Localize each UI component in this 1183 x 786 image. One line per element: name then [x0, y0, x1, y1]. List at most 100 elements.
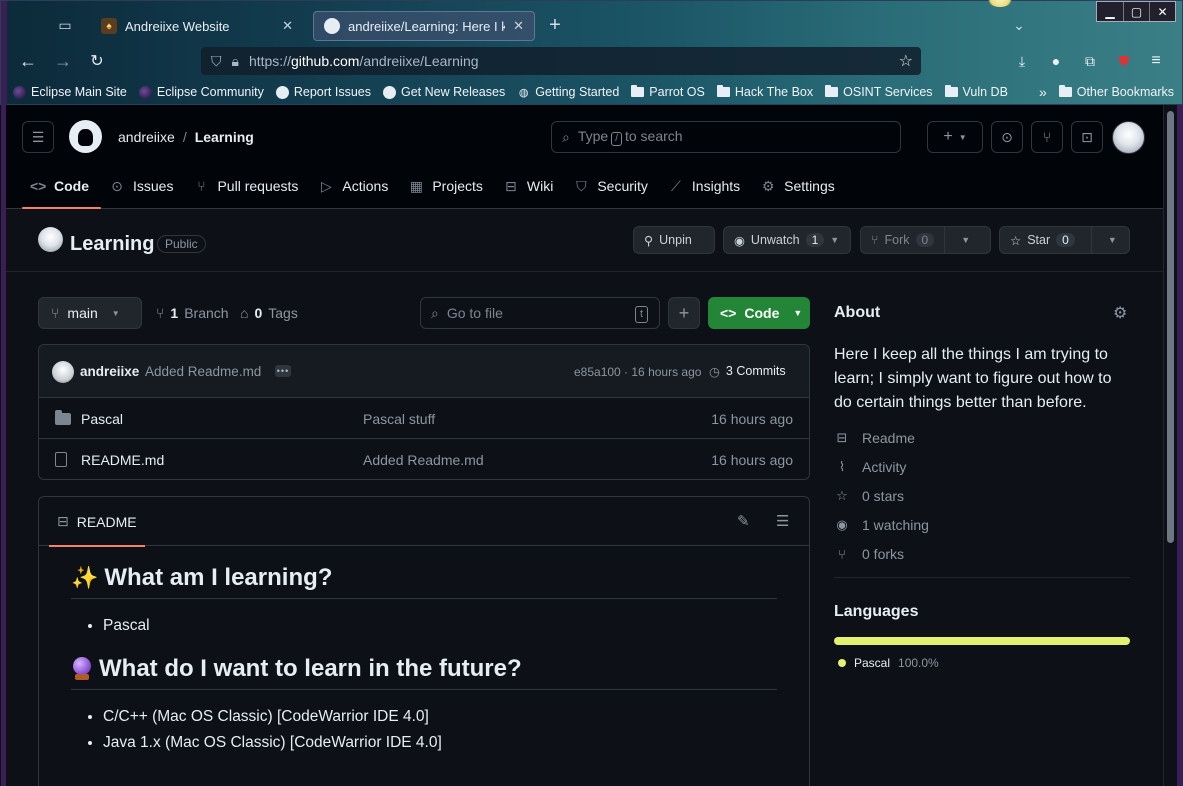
- lock-icon[interactable]: 🔒︎: [232, 53, 239, 70]
- bookmark-get-new-releases[interactable]: Get New Releases: [377, 85, 511, 99]
- tab-andreiixe-website[interactable]: ♠ Andreiixe Website ✕: [91, 11, 303, 41]
- list-item: C/C++ (Mac OS Classic) [CodeWarrior IDE …: [103, 708, 777, 726]
- star-button[interactable]: ☆ Star 0 ▼: [999, 226, 1130, 254]
- ellipsis-icon[interactable]: •••: [275, 365, 291, 377]
- book-icon: ⊟: [57, 513, 69, 529]
- bookmark-parrot-os[interactable]: Parrot OS: [625, 85, 711, 99]
- file-commit-message[interactable]: Added Readme.md: [363, 452, 484, 468]
- branch-select-button[interactable]: ⑂ main ▼: [38, 297, 142, 329]
- back-arrow-icon[interactable]: ←: [15, 48, 41, 74]
- scrollbar-thumb[interactable]: [1167, 111, 1174, 543]
- github-header: ☰ andreiixe / Learning ⌕ Type / to search …: [6, 105, 1163, 209]
- sidebar-item-forks[interactable]: ⑂ 0 forks: [834, 546, 904, 562]
- sidebar-item-watching[interactable]: ◉ 1 watching: [834, 517, 929, 533]
- downloads-icon[interactable]: ⤓: [1010, 49, 1034, 73]
- create-new-button[interactable]: + ▼: [927, 121, 983, 153]
- tab-wiki[interactable]: ⊟ Wiki: [495, 169, 565, 203]
- page-scrollbar[interactable]: [1163, 105, 1177, 786]
- file-commit-message[interactable]: Pascal stuff: [363, 411, 435, 427]
- minimize-icon[interactable]: ▁: [1097, 2, 1123, 21]
- code-dropdown-button[interactable]: <> Code ▼: [708, 297, 810, 329]
- bookmark-star-icon[interactable]: ☆: [899, 51, 913, 71]
- add-file-button[interactable]: +: [668, 297, 700, 329]
- sidebar-item-stars[interactable]: ☆ 0 stars: [834, 488, 904, 504]
- tag-icon: ⌂: [240, 305, 249, 321]
- caret-down-icon[interactable]: ▼: [961, 235, 970, 245]
- breadcrumb-repo[interactable]: Learning: [195, 129, 254, 145]
- github-logo-icon[interactable]: [69, 120, 102, 153]
- close-window-icon[interactable]: ✕: [1149, 2, 1175, 21]
- close-tab-icon[interactable]: ✕: [513, 18, 524, 34]
- bookmark-osint-services[interactable]: OSINT Services: [819, 85, 938, 99]
- bookmark-vuln-db[interactable]: Vuln DB: [939, 85, 1014, 99]
- pull-requests-icon[interactable]: ⑂: [1031, 121, 1063, 153]
- avatar[interactable]: [52, 361, 74, 383]
- url-bar[interactable]: ⛉ 🔒︎ https://github.com/andreiixe/Learni…: [201, 47, 921, 75]
- maximize-icon[interactable]: ▢: [1123, 2, 1149, 21]
- account-icon[interactable]: ●: [1044, 49, 1068, 73]
- bookmark-eclipse-main-site[interactable]: Eclipse Main Site: [7, 85, 133, 99]
- fork-button[interactable]: ⑂ Fork 0 ▼: [860, 226, 991, 254]
- visibility-badge: Public: [157, 235, 206, 253]
- tab-projects[interactable]: ▦ Projects: [400, 169, 495, 203]
- caret-down-icon[interactable]: ▼: [1108, 235, 1117, 245]
- more-bookmarks-chevron-icon[interactable]: »: [1033, 84, 1053, 100]
- unwatch-button[interactable]: ◉ Unwatch 1 ▼: [723, 226, 851, 254]
- menu-hamburger-icon[interactable]: ≡: [1144, 49, 1168, 73]
- go-to-file-input[interactable]: ⌕ Go to file t: [420, 297, 660, 329]
- tracking-shield-icon[interactable]: ⛉: [211, 53, 222, 70]
- about-title: About: [834, 304, 881, 321]
- new-tab-plus-icon[interactable]: +: [541, 11, 569, 39]
- tab-github-learning[interactable]: andreiixe/Learning: Here I keep ✕: [313, 11, 535, 41]
- language-item-pascal[interactable]: Pascal 100.0%: [838, 656, 939, 670]
- commit-message[interactable]: Added Readme.md: [145, 364, 261, 379]
- tags-link[interactable]: ⌂ 0 Tags: [240, 305, 298, 321]
- sidebar-item-readme[interactable]: ⊟ Readme: [834, 430, 915, 446]
- tab-readme[interactable]: ⊟ README: [49, 497, 145, 547]
- close-tab-icon[interactable]: ✕: [282, 18, 293, 34]
- bookmark-other-bookmarks[interactable]: Other Bookmarks: [1053, 85, 1183, 99]
- star-icon: ☆: [1010, 233, 1022, 248]
- latest-commit-row: andreiixe Added Readme.md ••• e85a100 · …: [39, 345, 809, 398]
- search-input[interactable]: ⌕ Type / to search: [551, 121, 901, 153]
- user-avatar[interactable]: [1112, 121, 1145, 154]
- tab-overview-icon[interactable]: ▭: [51, 11, 79, 39]
- tab-issues[interactable]: ⊙ Issues: [101, 169, 185, 203]
- repo-name[interactable]: Learning: [70, 233, 154, 256]
- code-icon: <>: [720, 305, 737, 321]
- play-icon: ▷: [321, 177, 332, 194]
- forward-arrow-icon[interactable]: →: [50, 48, 76, 74]
- list-tabs-chevron-icon[interactable]: ⌄: [1005, 11, 1033, 39]
- file-name[interactable]: README.md: [81, 452, 164, 468]
- bookmark-hack-the-box[interactable]: Hack The Box: [711, 85, 819, 99]
- owner-avatar[interactable]: [38, 227, 63, 252]
- language-color-dot: [838, 659, 846, 667]
- tab-settings[interactable]: ⚙ Settings: [752, 169, 847, 203]
- commit-hash-time[interactable]: e85a100 · 16 hours ago: [574, 365, 701, 379]
- edit-pencil-icon[interactable]: ✎: [737, 512, 750, 530]
- breadcrumb-owner[interactable]: andreiixe: [118, 129, 175, 145]
- sidebar-item-activity[interactable]: ⌇ Activity: [834, 459, 907, 475]
- commit-author[interactable]: andreiixe: [80, 364, 139, 379]
- tab-pull-requests[interactable]: ⑂ Pull requests: [185, 169, 310, 203]
- tab-security[interactable]: ⛉ Security: [565, 169, 660, 203]
- bookmark-getting-started[interactable]: ◍ Getting Started: [511, 85, 625, 99]
- branches-link[interactable]: ⑂ 1 Branch: [156, 305, 229, 321]
- commits-link[interactable]: ◷ 3 Commits: [709, 364, 786, 379]
- outline-list-icon[interactable]: ☰: [776, 512, 789, 530]
- gear-icon[interactable]: ⚙: [1113, 303, 1127, 323]
- inbox-icon[interactable]: ⊡: [1071, 121, 1103, 153]
- tab-code[interactable]: <> Code: [22, 169, 101, 209]
- bookmark-report-issues[interactable]: Report Issues: [270, 85, 377, 99]
- reload-icon[interactable]: ↻: [84, 48, 110, 74]
- unpin-button[interactable]: ⚲ Unpin: [633, 226, 715, 254]
- ublock-icon[interactable]: ⛊: [1112, 49, 1136, 73]
- issues-circle-icon[interactable]: ⊙: [991, 121, 1023, 153]
- bookmark-eclipse-community[interactable]: Eclipse Community: [133, 85, 270, 99]
- file-name[interactable]: Pascal: [81, 411, 123, 427]
- tab-insights[interactable]: ⟋ Insights: [660, 169, 752, 203]
- tab-actions[interactable]: ▷ Actions: [310, 169, 400, 203]
- tab-strip: ▭ ♠ Andreiixe Website ✕ andreiixe/Learni…: [7, 9, 1183, 41]
- hamburger-menu-icon[interactable]: ☰: [22, 121, 54, 153]
- extensions-icon[interactable]: ⧉: [1078, 49, 1102, 73]
